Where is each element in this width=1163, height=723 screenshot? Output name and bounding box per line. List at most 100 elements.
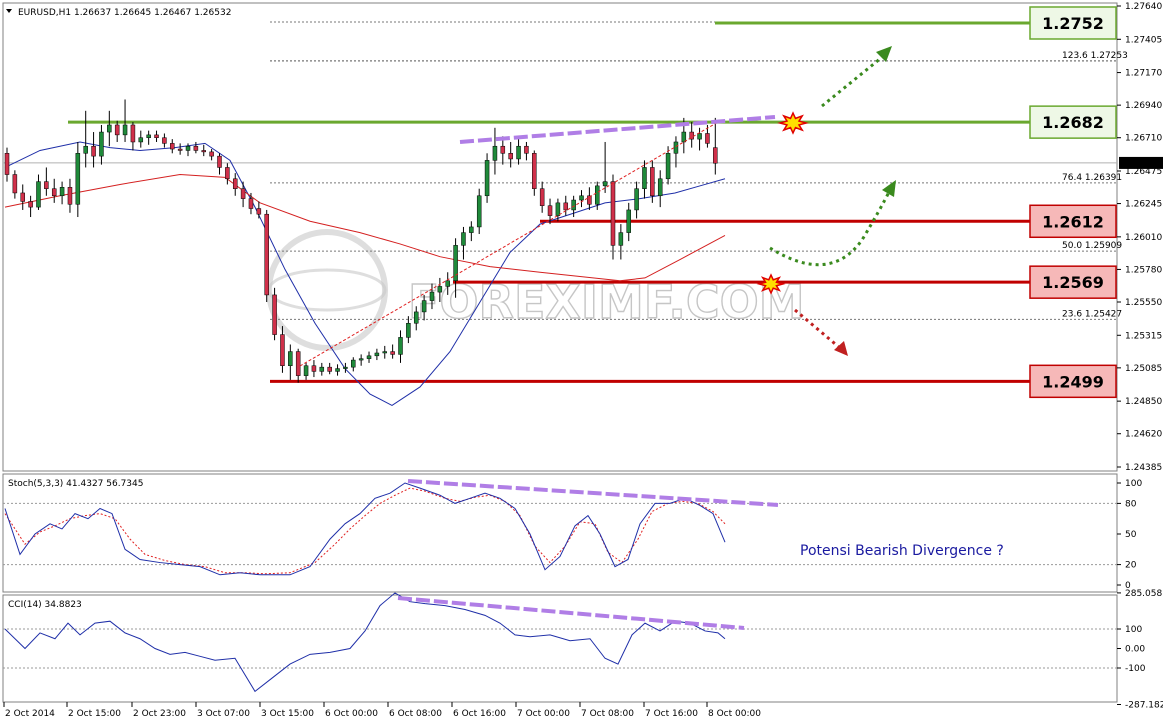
fib-level-label: 123.6 1.27253: [1062, 51, 1128, 61]
price-tick-label: 1.26940: [1125, 101, 1162, 111]
explosion-icon: [777, 111, 809, 135]
time-label: 2 Oct 23:00: [133, 709, 186, 719]
cci-panel: CCI(14) 34.8823 285.058 100 0.00 -100 -287.18…: [2, 589, 1163, 711]
bullish-candle-body: [665, 153, 671, 180]
bullish-candle-body: [437, 286, 443, 293]
level-label: 1.2612: [1042, 212, 1104, 231]
price-tick-label: 1.27170: [1125, 69, 1162, 79]
bullish-candle-body: [351, 359, 356, 368]
bullish-candle-body: [303, 365, 309, 376]
time-label: 2 Oct 15:00: [68, 709, 121, 719]
bearish-candle-body: [44, 181, 49, 189]
bullish-candle-body: [461, 232, 466, 246]
bearish-candle-body: [650, 167, 655, 197]
bearish-candle-body: [91, 145, 96, 157]
bullish-candle-body: [366, 355, 372, 359]
bearish-candle-body: [500, 145, 506, 154]
candle: [272, 287, 277, 341]
price-tick-label: 1.24385: [1125, 463, 1162, 473]
bullish-candle-body: [484, 160, 490, 197]
level-label: 1.2682: [1042, 113, 1104, 132]
bullish-candle-body: [36, 181, 41, 208]
bullish-candle-body: [571, 199, 576, 211]
bearish-candle-body: [327, 366, 332, 372]
bullish-candle-body: [516, 145, 521, 160]
candle: [484, 153, 490, 203]
price-chart: 1.276401.274051.271701.269401.267101.264…: [0, 0, 1163, 723]
bullish-candle-body: [445, 280, 450, 287]
bullish-candle-body: [657, 178, 663, 197]
price-tick-label: 1.26010: [1125, 233, 1162, 243]
time-label: 2 Oct 2014: [5, 709, 55, 719]
bullish-candle-body: [469, 226, 474, 233]
bearish-candle-body: [67, 187, 73, 205]
time-label: 7 Oct 00:00: [517, 709, 570, 719]
time-label: 3 Oct 15:00: [261, 709, 314, 719]
bullish-candle-body: [697, 133, 702, 140]
price-tick-label: 1.25085: [1125, 364, 1162, 374]
level-label: 1.2752: [1042, 14, 1104, 33]
bullish-candle-body: [75, 153, 81, 205]
bearish-candle-body: [20, 192, 25, 202]
stoch-tick-label: 100: [1125, 479, 1142, 489]
bullish-candle-body: [185, 145, 191, 151]
price-tick-label: 1.27405: [1125, 35, 1162, 45]
level-label: 1.2569: [1042, 273, 1104, 292]
time-label: 7 Oct 16:00: [645, 709, 698, 719]
bullish-candle-body: [476, 195, 482, 228]
time-label: 7 Oct 08:00: [581, 709, 634, 719]
bullish-candle-body: [626, 209, 631, 233]
bullish-candle-body: [335, 368, 340, 372]
bullish-candle-body: [343, 366, 348, 369]
bearish-candle-body: [51, 188, 57, 197]
bearish-candle-body: [248, 198, 254, 209]
bearish-candle-body: [272, 294, 277, 335]
bullish-candle-body: [398, 337, 403, 355]
bearish-candle-body: [170, 143, 175, 150]
bearish-candle-body: [114, 124, 120, 136]
bearish-candle-body: [390, 351, 395, 355]
price-tick-label: 1.26245: [1125, 200, 1162, 210]
bearish-candle-body: [713, 147, 718, 164]
cci-tick-label: 100: [1125, 625, 1142, 635]
bullish-candle-body: [138, 137, 144, 143]
bearish-candle-body: [217, 155, 222, 168]
cci-tick-label: 0.00: [1125, 645, 1145, 655]
level-label: 1.2499: [1042, 372, 1104, 391]
bullish-candle-body: [595, 185, 600, 205]
bearish-candle-body: [177, 148, 183, 151]
bullish-candle-body: [618, 232, 624, 246]
bullish-candle-body: [406, 322, 411, 338]
time-label: 3 Oct 07:00: [197, 709, 250, 719]
price-tick-label: 1.27640: [1125, 2, 1162, 12]
bullish-candle-body: [319, 366, 325, 372]
time-label: 6 Oct 00:00: [325, 709, 378, 719]
candle: [264, 209, 269, 303]
time-label: 8 Oct 00:00: [708, 709, 761, 719]
bearish-candle-body: [154, 134, 159, 138]
divergence-note: Potensi Bearish Divergence ?: [800, 543, 1004, 559]
bullish-candle-body: [492, 145, 498, 161]
bullish-candle-body: [122, 124, 128, 136]
bearish-candle-body: [547, 205, 553, 216]
bullish-candle-body: [555, 202, 561, 216]
price-tick-label: 1.25550: [1125, 298, 1162, 308]
bullish-candle-body: [413, 311, 419, 324]
bearish-candle-body: [508, 153, 513, 160]
explosion-icon: [756, 273, 786, 295]
fib-level-label: 50.0 1.25909: [1062, 241, 1122, 251]
bearish-candle-body: [295, 351, 301, 376]
bullish-candle-body: [579, 195, 584, 201]
fib-level-label: 76.4 1.26391: [1062, 173, 1122, 183]
bullish-candle-body: [59, 187, 65, 197]
cci-tick-label: -287.1825: [1125, 701, 1163, 711]
bearish-candle-body: [28, 201, 33, 208]
bullish-candle-body: [146, 134, 151, 138]
bearish-candle-body: [209, 151, 214, 157]
bullish-candle-body: [374, 352, 380, 357]
stoch-tick-label: 80: [1125, 499, 1137, 509]
bullish-candle-body: [83, 145, 88, 154]
stochastic-panel: Stoch(5,3,3) 41.4327 56.7345 1008050200Po…: [2, 473, 1142, 593]
bearish-candle-body: [201, 150, 206, 153]
bearish-candle-body: [524, 145, 529, 154]
